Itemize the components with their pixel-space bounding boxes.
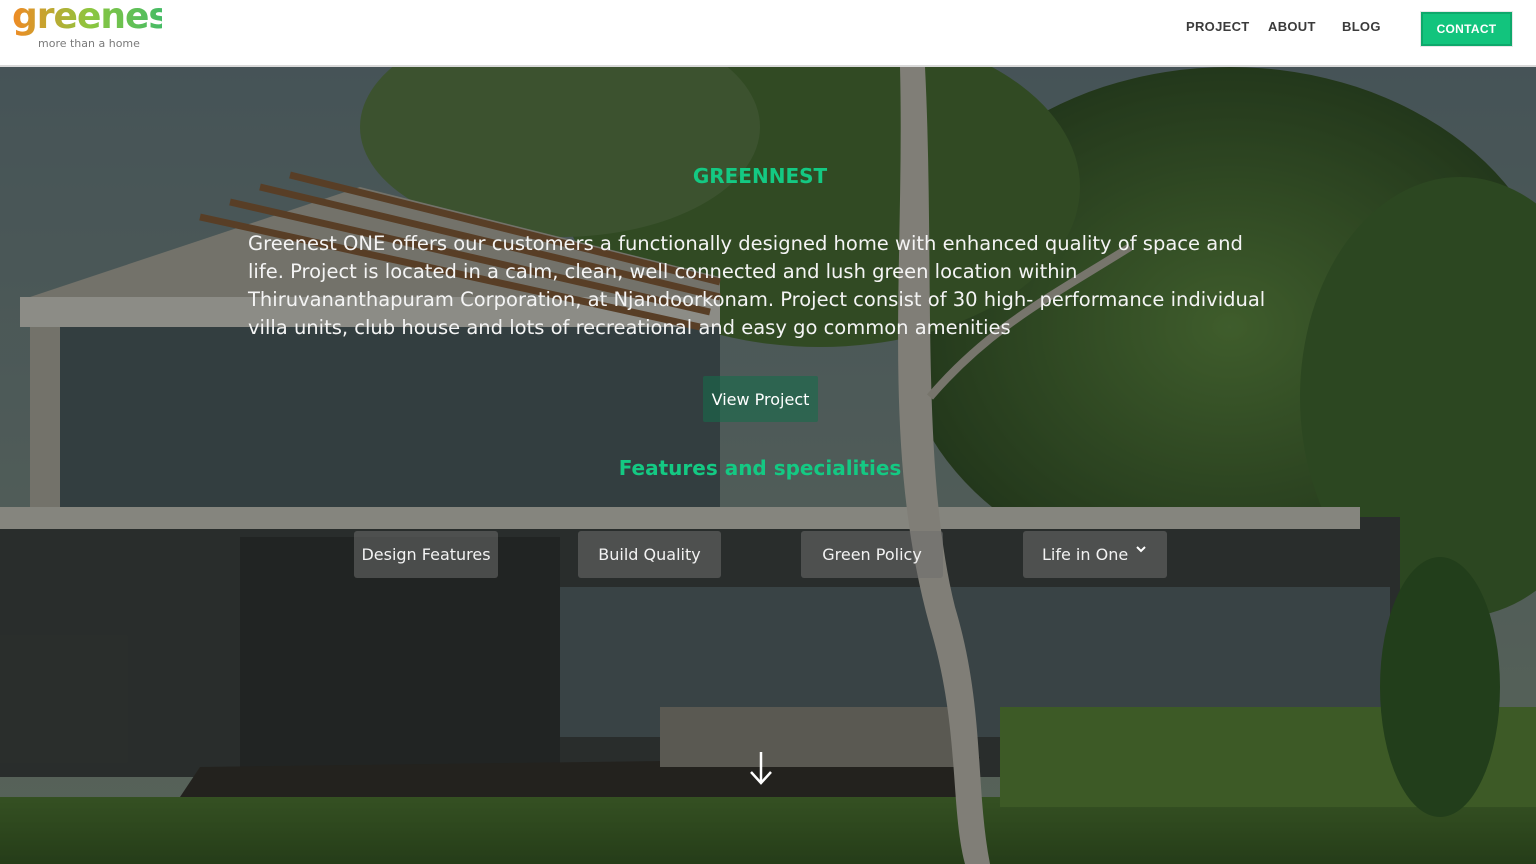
green-policy-button[interactable]: Green Policy xyxy=(801,531,943,578)
nav-about[interactable]: ABOUT xyxy=(1268,19,1316,34)
chevron-down-icon xyxy=(1135,542,1147,558)
life-in-one-dropdown[interactable]: Life in One xyxy=(1023,531,1167,578)
contact-button[interactable]: CONTACT xyxy=(1421,12,1512,46)
greenest-logo[interactable]: greenest more than a home xyxy=(12,0,187,56)
arrow-down-icon[interactable] xyxy=(748,750,774,786)
nav-project[interactable]: PROJECT xyxy=(1186,19,1250,34)
hero-section: GREENNEST Greenest ONE offers our custom… xyxy=(0,67,1536,864)
site-header: greenest more than a home PROJECT ABOUT … xyxy=(0,0,1536,67)
nav-blog[interactable]: BLOG xyxy=(1342,19,1381,34)
svg-text:greenest: greenest xyxy=(12,0,162,37)
design-features-button[interactable]: Design Features xyxy=(354,531,498,578)
build-quality-button[interactable]: Build Quality xyxy=(578,531,721,578)
features-heading: Features and specialities xyxy=(618,456,902,480)
logo-tagline: more than a home xyxy=(38,37,140,50)
life-in-one-label: Life in One xyxy=(1042,545,1129,564)
hero-title: GREENNEST xyxy=(692,164,828,188)
hero-description: Greenest ONE offers our customers a func… xyxy=(248,232,1266,339)
view-project-button[interactable]: View Project xyxy=(703,376,818,422)
logo-wordmark-graphic: greenest xyxy=(12,0,187,37)
